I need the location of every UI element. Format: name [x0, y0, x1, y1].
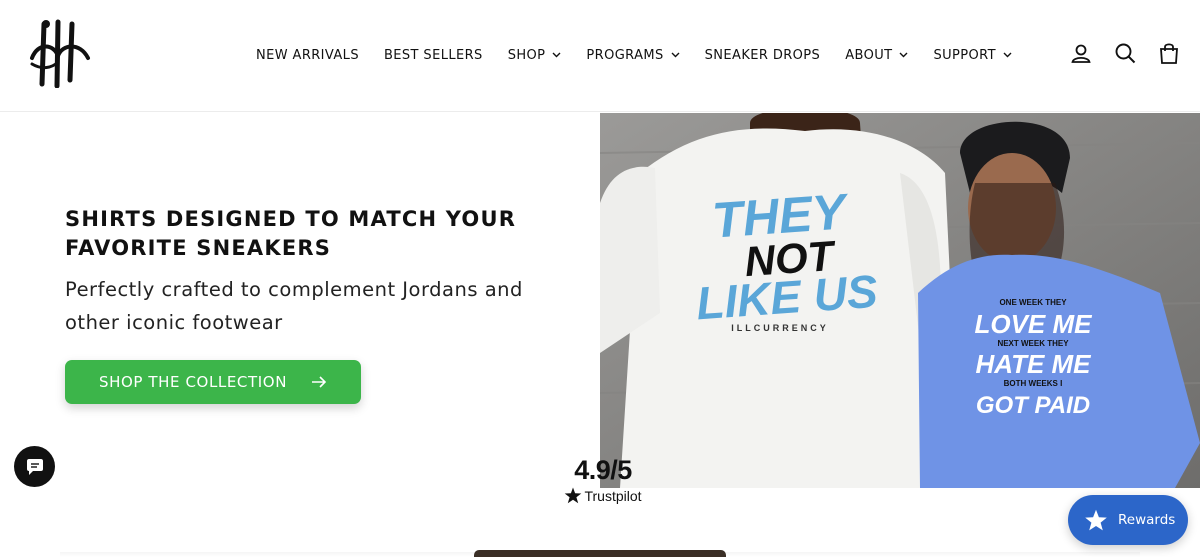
search-icon[interactable]: [1114, 42, 1136, 64]
shirt-right-line4: HATE ME: [975, 349, 1091, 379]
nav-sneaker-drops[interactable]: SNEAKER DROPS: [705, 48, 821, 63]
trustpilot-rating[interactable]: 4.9/5 Trustpilot: [558, 455, 648, 507]
chat-icon: [26, 458, 43, 475]
next-section-image-edge: [474, 550, 726, 557]
site-header: NEW ARRIVALS BEST SELLERS SHOP PROGRAMS …: [0, 0, 1200, 112]
main-nav: NEW ARRIVALS BEST SELLERS SHOP PROGRAMS …: [256, 44, 1037, 66]
nav-label: SUPPORT: [933, 47, 996, 63]
shirt-right-line2: LOVE ME: [974, 309, 1092, 339]
hero-title: SHIRTS DESIGNED TO MATCH YOUR FAVORITE S…: [65, 207, 517, 260]
shirt-right-line6: GOT PAID: [976, 392, 1090, 419]
nav-label: BEST SELLERS: [383, 47, 483, 63]
rewards-button[interactable]: Rewards: [1068, 495, 1188, 545]
cart-icon[interactable]: [1158, 42, 1180, 64]
nav-label: SHOP: [507, 47, 546, 63]
brand-logo[interactable]: [28, 18, 94, 88]
hero-subtitle: Perfectly crafted to complement Jordans …: [65, 278, 523, 334]
shop-the-collection-button[interactable]: SHOP THE COLLECTION: [65, 360, 361, 404]
nav-label: PROGRAMS: [586, 47, 664, 63]
shirt-right-line1: ONE WEEK THEY: [999, 298, 1067, 307]
nav-new-arrivals[interactable]: NEW ARRIVALS: [256, 48, 359, 63]
rewards-label: Rewards: [1118, 512, 1176, 528]
nav-support[interactable]: SUPPORT: [933, 48, 1012, 63]
star-icon: [565, 487, 582, 504]
shirt-right-line3: NEXT WEEK THEY: [997, 339, 1069, 348]
chat-button[interactable]: [14, 446, 55, 487]
nav-about[interactable]: ABOUT: [845, 48, 908, 63]
chevron-down-icon: [899, 52, 908, 58]
arrow-right-icon: [312, 376, 327, 388]
nav-shop[interactable]: SHOP: [508, 48, 562, 63]
trustpilot-label: Trustpilot: [584, 487, 642, 504]
nav-best-sellers[interactable]: BEST SELLERS: [384, 48, 483, 63]
nav-label: ABOUT: [845, 47, 893, 63]
chevron-down-icon: [1003, 52, 1012, 58]
trustpilot-brand: Trustpilot: [558, 487, 648, 504]
shirt-left-brand: ILLCURRENCY: [731, 323, 829, 333]
nav-programs[interactable]: PROGRAMS: [586, 47, 680, 63]
cta-label: SHOP THE COLLECTION: [98, 373, 288, 391]
shirt-right-line5: BOTH WEEKS I: [1004, 379, 1063, 388]
header-actions: [1070, 42, 1180, 64]
hero-image: THEY NOT LIKE US ILLCURRENCY ONE WEEK TH…: [600, 113, 1200, 488]
hero-photo-illustration: THEY NOT LIKE US ILLCURRENCY ONE WEEK TH…: [600, 113, 1200, 488]
account-icon[interactable]: [1070, 42, 1092, 64]
star-icon: [1085, 509, 1107, 530]
nav-label: SNEAKER DROPS: [704, 47, 821, 63]
chevron-down-icon: [671, 52, 680, 58]
chevron-down-icon: [552, 52, 561, 58]
trustpilot-score: 4.9/5: [574, 455, 632, 485]
nav-label: NEW ARRIVALS: [256, 47, 359, 63]
